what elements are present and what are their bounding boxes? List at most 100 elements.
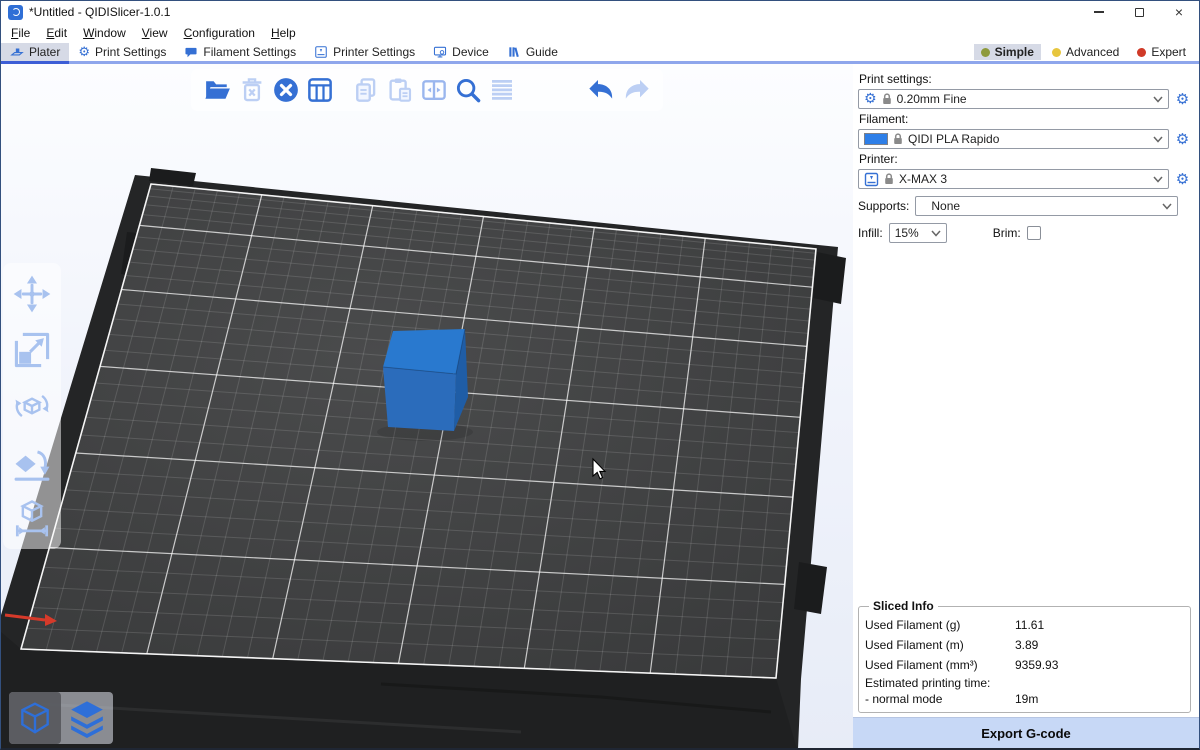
measure-icon	[10, 496, 54, 540]
lock-icon	[893, 133, 903, 145]
infill-label: Infill:	[858, 226, 883, 240]
split-button[interactable]	[417, 73, 451, 107]
infill-select[interactable]: 15%	[889, 223, 947, 243]
tab-plater[interactable]: Plater	[1, 43, 69, 64]
undo-button[interactable]	[585, 73, 619, 107]
menu-configuration[interactable]: Configuration	[176, 24, 263, 42]
print-bed[interactable]	[1, 168, 846, 748]
mode-simple[interactable]: Simple	[974, 44, 1041, 60]
delete-button[interactable]	[235, 73, 269, 107]
gear-icon: ⚙	[78, 46, 90, 59]
mode-label: Simple	[995, 45, 1034, 59]
gizmo-toolbar	[3, 263, 61, 549]
tab-printer-settings[interactable]: Printer Settings	[305, 43, 424, 64]
supports-select[interactable]: None	[915, 196, 1178, 216]
delete-all-button[interactable]	[269, 73, 303, 107]
gear-icon: ⚙	[864, 93, 877, 106]
sliced-info-row: Estimated printing time:	[865, 675, 1184, 691]
paste-icon	[385, 75, 415, 105]
guide-icon	[507, 45, 521, 59]
tab-print-settings[interactable]: ⚙ Print Settings	[69, 43, 175, 64]
menu-file[interactable]: File	[3, 24, 38, 42]
sliced-info-label: - normal mode	[865, 692, 1015, 706]
maximize-icon	[1135, 8, 1144, 17]
rotate-icon	[10, 384, 54, 428]
plater-toolbar	[191, 69, 663, 111]
minimize-button[interactable]	[1079, 1, 1119, 23]
close-button[interactable]: ×	[1159, 1, 1199, 23]
arrange-icon	[305, 75, 335, 105]
delete-all-icon	[271, 75, 301, 105]
rotate-tool-button[interactable]	[9, 383, 55, 429]
printer-icon	[864, 172, 879, 187]
view-mode-toggles	[9, 692, 113, 744]
maximize-button[interactable]	[1119, 1, 1159, 23]
sliced-info-value: 11.61	[1015, 618, 1184, 632]
sliced-info-row: Used Filament (mm³) 9359.93	[865, 655, 1184, 675]
variable-layer-height-button[interactable]	[485, 73, 519, 107]
preview-button[interactable]	[61, 692, 113, 744]
chevron-down-icon	[1153, 96, 1163, 103]
open-file-button[interactable]	[201, 73, 235, 107]
brim-checkbox[interactable]	[1027, 226, 1041, 240]
printer-gear-button[interactable]: ⚙	[1174, 170, 1191, 188]
supports-label: Supports:	[858, 199, 909, 213]
sliced-info-row: Used Filament (g) 11.61	[865, 615, 1184, 635]
search-button[interactable]	[451, 73, 485, 107]
infill-value: 15%	[895, 226, 919, 240]
lock-icon	[882, 93, 892, 105]
filament-select[interactable]: QIDI PLA Rapido	[858, 129, 1169, 149]
print-settings-select[interactable]: ⚙ 0.20mm Fine	[858, 89, 1169, 109]
tab-device[interactable]: Device	[424, 43, 498, 64]
chevron-down-icon	[931, 230, 941, 237]
scale-tool-button[interactable]	[9, 327, 55, 373]
print-settings-gear-button[interactable]: ⚙	[1174, 90, 1191, 108]
tab-bar: Plater ⚙ Print Settings Filament Setting…	[1, 43, 1199, 64]
expert-mode-dot	[1137, 48, 1146, 57]
tab-guide[interactable]: Guide	[498, 43, 567, 64]
printer-label: Printer:	[859, 152, 1191, 166]
sliced-info-title: Sliced Info	[869, 599, 938, 613]
scene-canvas	[1, 64, 853, 748]
sliced-info-value: 3.89	[1015, 638, 1184, 652]
printer-select[interactable]: X-MAX 3	[858, 169, 1169, 189]
export-gcode-button[interactable]: Export G-code	[853, 717, 1199, 748]
3d-viewport[interactable]	[1, 64, 853, 748]
move-tool-button[interactable]	[9, 271, 55, 317]
print-settings-label: Print settings:	[859, 72, 1191, 86]
mode-label: Expert	[1151, 45, 1186, 59]
chevron-down-icon	[1153, 176, 1163, 183]
window-title: *Untitled - QIDISlicer-1.0.1	[29, 5, 170, 19]
menu-help[interactable]: Help	[263, 24, 304, 42]
supports-value: None	[921, 199, 960, 213]
mode-advanced[interactable]: Advanced	[1045, 44, 1126, 60]
open-file-icon	[203, 75, 233, 105]
place-on-face-tool-button[interactable]	[9, 439, 55, 485]
mode-expert[interactable]: Expert	[1130, 44, 1193, 60]
menu-window[interactable]: Window	[75, 24, 134, 42]
sliced-info-label: Used Filament (mm³)	[865, 658, 1015, 672]
sliced-info-box: Sliced Info Used Filament (g) 11.61 Used…	[858, 599, 1191, 713]
filament-label: Filament:	[859, 112, 1191, 126]
gear-icon: ⚙	[1176, 132, 1189, 147]
arrange-button[interactable]	[303, 73, 337, 107]
menu-edit[interactable]: Edit	[38, 24, 75, 42]
menu-bar: File Edit Window View Configuration Help	[1, 23, 1199, 43]
measure-tool-button[interactable]	[9, 495, 55, 541]
3d-editor-view-button[interactable]	[9, 692, 61, 744]
redo-button[interactable]	[619, 73, 653, 107]
filament-gear-button[interactable]: ⚙	[1174, 130, 1191, 148]
tab-label: Device	[452, 45, 489, 59]
place-on-face-icon	[10, 440, 54, 484]
plater-icon	[10, 45, 24, 59]
tab-label: Printer Settings	[333, 45, 415, 59]
copy-button[interactable]	[349, 73, 383, 107]
tab-label: Filament Settings	[203, 45, 296, 59]
sliced-info-value	[1015, 676, 1184, 690]
brim-label: Brim:	[993, 226, 1021, 240]
tab-filament-settings[interactable]: Filament Settings	[175, 43, 305, 64]
paste-button[interactable]	[383, 73, 417, 107]
advanced-mode-dot	[1052, 48, 1061, 57]
menu-view[interactable]: View	[134, 24, 176, 42]
redo-icon	[620, 74, 652, 106]
